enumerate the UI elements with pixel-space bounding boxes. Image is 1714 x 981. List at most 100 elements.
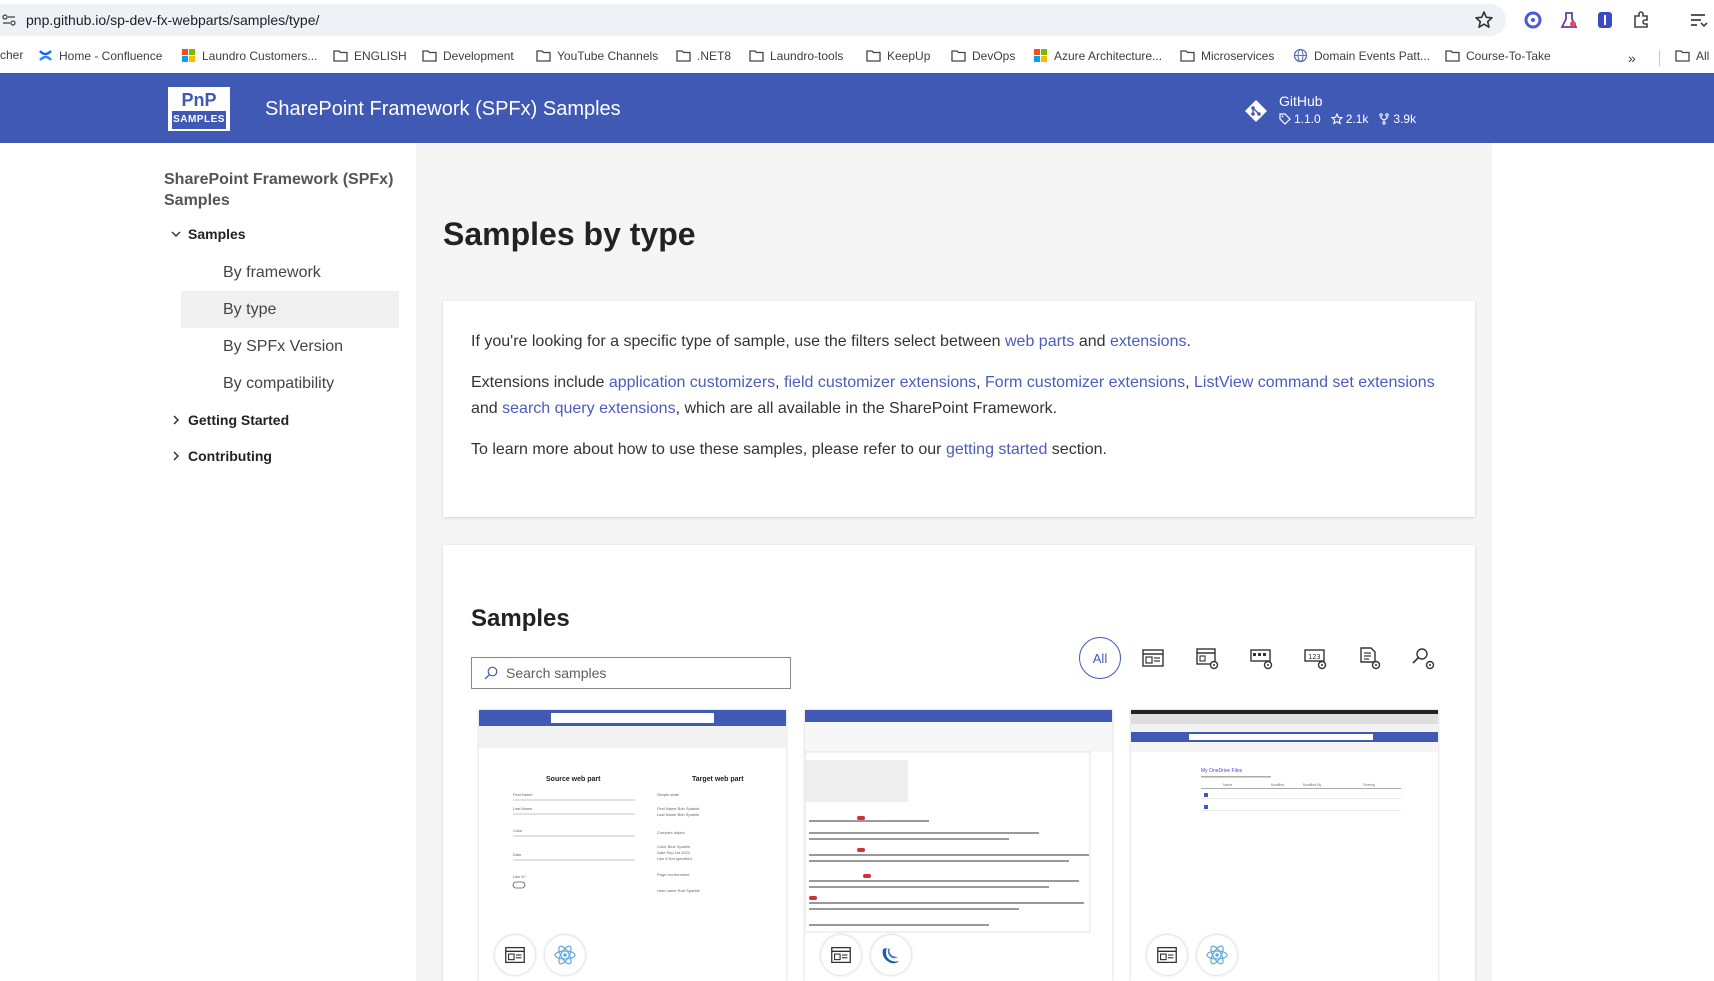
- discussion-preview-image: [805, 710, 1112, 933]
- extensions-puzzle-icon[interactable]: [1631, 10, 1651, 30]
- bookmark-item[interactable]: YouTube Channels: [536, 48, 658, 63]
- pnp-samples-logo[interactable]: PnP SAMPLES: [168, 87, 230, 131]
- extension-flask-icon[interactable]: [1559, 10, 1579, 30]
- bookmark-item[interactable]: .NET8: [676, 48, 731, 63]
- bookmark-item[interactable]: Laundro-tools: [749, 48, 843, 63]
- sample-thumbnail: My OneDrive Files Name Modified Modified B…: [1131, 710, 1438, 961]
- bookmark-star-icon[interactable]: [1474, 10, 1494, 30]
- sidebar-section-contributing[interactable]: Contributing: [170, 448, 272, 464]
- sidebar-section-samples[interactable]: Samples: [170, 226, 246, 242]
- filter-command-set-button[interactable]: [1240, 637, 1282, 679]
- intro-card: If you're looking for a specific type of…: [443, 301, 1475, 517]
- bookmark-label: Microservices: [1201, 48, 1275, 63]
- source-web-part-label: Source web part: [546, 776, 601, 783]
- extension-circle-icon[interactable]: [1523, 10, 1543, 30]
- text: and: [471, 400, 503, 417]
- chevron-down-icon: [171, 231, 181, 238]
- bookmark-label: cher: [0, 48, 24, 62]
- search-box[interactable]: [471, 657, 791, 689]
- svg-text:Modified: Modified: [1271, 783, 1284, 787]
- application-customizers-link[interactable]: application customizers: [609, 374, 775, 391]
- sample-card[interactable]: Source web part Target web part First Na…: [479, 710, 786, 981]
- bookmark-item[interactable]: Laundro Customers...: [181, 48, 317, 63]
- url-text[interactable]: pnp.github.io/sp-dev-fx-webparts/samples…: [26, 12, 319, 28]
- reading-list-icon[interactable]: [1688, 10, 1708, 30]
- extensions-link[interactable]: extensions: [1110, 333, 1187, 350]
- sidebar-section-label: Contributing: [188, 448, 272, 464]
- microsoft-icon: [182, 49, 195, 62]
- react-icon: [554, 945, 576, 965]
- address-bar[interactable]: pnp.github.io/sp-dev-fx-webparts/samples…: [0, 4, 1506, 36]
- form-preview-image: Source web part Target web part First Na…: [479, 710, 786, 893]
- filter-field-customizer-button[interactable]: 123: [1294, 637, 1336, 679]
- form-customizer-icon: [1360, 647, 1381, 670]
- bookmark-item[interactable]: Microservices: [1180, 48, 1274, 63]
- listview-command-set-extensions-link[interactable]: ListView command set extensions: [1194, 374, 1435, 391]
- confluence-icon: [39, 50, 52, 61]
- all-bookmarks-button[interactable]: All: [1675, 48, 1709, 63]
- github-label: GitHub: [1279, 93, 1323, 109]
- sidebar-item-by-type[interactable]: By type: [181, 291, 399, 328]
- more-bookmarks-button[interactable]: »: [1628, 50, 1636, 66]
- filter-search-query-button[interactable]: [1402, 637, 1444, 679]
- bookmark-item[interactable]: KeepUp: [866, 48, 930, 63]
- folder-icon: [866, 50, 881, 62]
- form-customizer-extensions-link[interactable]: Form customizer extensions: [985, 374, 1185, 391]
- svg-text:Last Name Bob Sparkle: Last Name Bob Sparkle: [657, 812, 700, 817]
- extensions-paragraph: Extensions include application customize…: [471, 370, 1451, 422]
- svg-text:Name: Name: [1223, 783, 1232, 787]
- git-diamond-icon: [1245, 100, 1267, 122]
- folder-icon: [1445, 50, 1460, 62]
- sample-card[interactable]: My OneDrive Files Name Modified Modified B…: [1131, 710, 1438, 981]
- bookmark-item[interactable]: Development: [422, 48, 514, 63]
- field-customizer-extensions-link[interactable]: field customizer extensions: [784, 374, 976, 391]
- page-title: Samples by type: [443, 216, 696, 252]
- react-icon: [1206, 945, 1228, 965]
- sidebar-section-label: Getting Started: [188, 412, 290, 428]
- web-parts-link[interactable]: web parts: [1005, 333, 1074, 350]
- svg-text:Last Name: Last Name: [513, 806, 533, 811]
- onedrive-files-preview-image: My OneDrive Files Name Modified Modified B…: [1131, 710, 1438, 811]
- webpart-icon: [1157, 946, 1177, 964]
- logo-top-text: PnP: [181, 90, 217, 110]
- filter-webpart-button[interactable]: [1132, 637, 1174, 679]
- webpart-icon: [1142, 649, 1164, 667]
- site-title[interactable]: SharePoint Framework (SPFx) Samples: [265, 98, 621, 121]
- all-bookmarks-label: All: [1696, 48, 1710, 63]
- site-info-icon[interactable]: [2, 13, 16, 27]
- sidebar-section-getting-started[interactable]: Getting Started: [170, 412, 289, 428]
- sidebar-item-by-spfx-version[interactable]: By SPFx Version: [181, 328, 399, 365]
- webpart-icon: [831, 946, 851, 964]
- filter-form-customizer-button[interactable]: [1348, 637, 1390, 679]
- text: Extensions include: [471, 374, 609, 391]
- bookmark-item[interactable]: Domain Events Patt...: [1293, 48, 1430, 63]
- folder-icon: [1180, 50, 1195, 62]
- star-icon: [1330, 113, 1343, 125]
- bookmarks-bar: cher Home - Confluence Laundro Customers…: [0, 42, 1714, 72]
- filter-application-customizer-button[interactable]: [1186, 637, 1228, 679]
- bookmark-item[interactable]: Home - Confluence: [38, 48, 162, 63]
- sidebar-item-by-compatibility[interactable]: By compatibility: [181, 365, 399, 402]
- svg-text:First Name: First Name: [513, 792, 533, 797]
- sidebar-title[interactable]: SharePoint Framework (SPFx) Samples: [164, 169, 404, 211]
- bookmark-item[interactable]: cher: [0, 48, 23, 62]
- getting-started-link[interactable]: getting started: [946, 441, 1047, 458]
- bookmark-item[interactable]: Course-To-Take: [1445, 48, 1551, 63]
- sidebar-item-by-framework[interactable]: By framework: [181, 254, 399, 291]
- search-icon: [484, 666, 498, 680]
- folder-icon: [951, 50, 966, 62]
- search-query-icon: [1412, 648, 1435, 670]
- extension-shield-icon[interactable]: [1595, 10, 1615, 30]
- svg-text:Complex object: Complex object: [657, 830, 685, 835]
- sample-card[interactable]: [805, 710, 1112, 981]
- bookmark-item[interactable]: DevOps: [951, 48, 1015, 63]
- bookmark-label: Laundro-tools: [770, 48, 844, 63]
- bookmark-item[interactable]: ENGLISH: [333, 48, 407, 63]
- sidebar: SharePoint Framework (SPFx) Samples Samp…: [0, 143, 416, 981]
- search-input[interactable]: [506, 658, 786, 688]
- filter-all-button[interactable]: All: [1079, 637, 1121, 679]
- svg-text:Simple state: Simple state: [657, 792, 680, 797]
- search-query-extensions-link[interactable]: search query extensions: [502, 400, 675, 417]
- bookmark-item[interactable]: Azure Architecture...: [1033, 48, 1162, 63]
- svg-text:Modified By: Modified By: [1303, 783, 1322, 787]
